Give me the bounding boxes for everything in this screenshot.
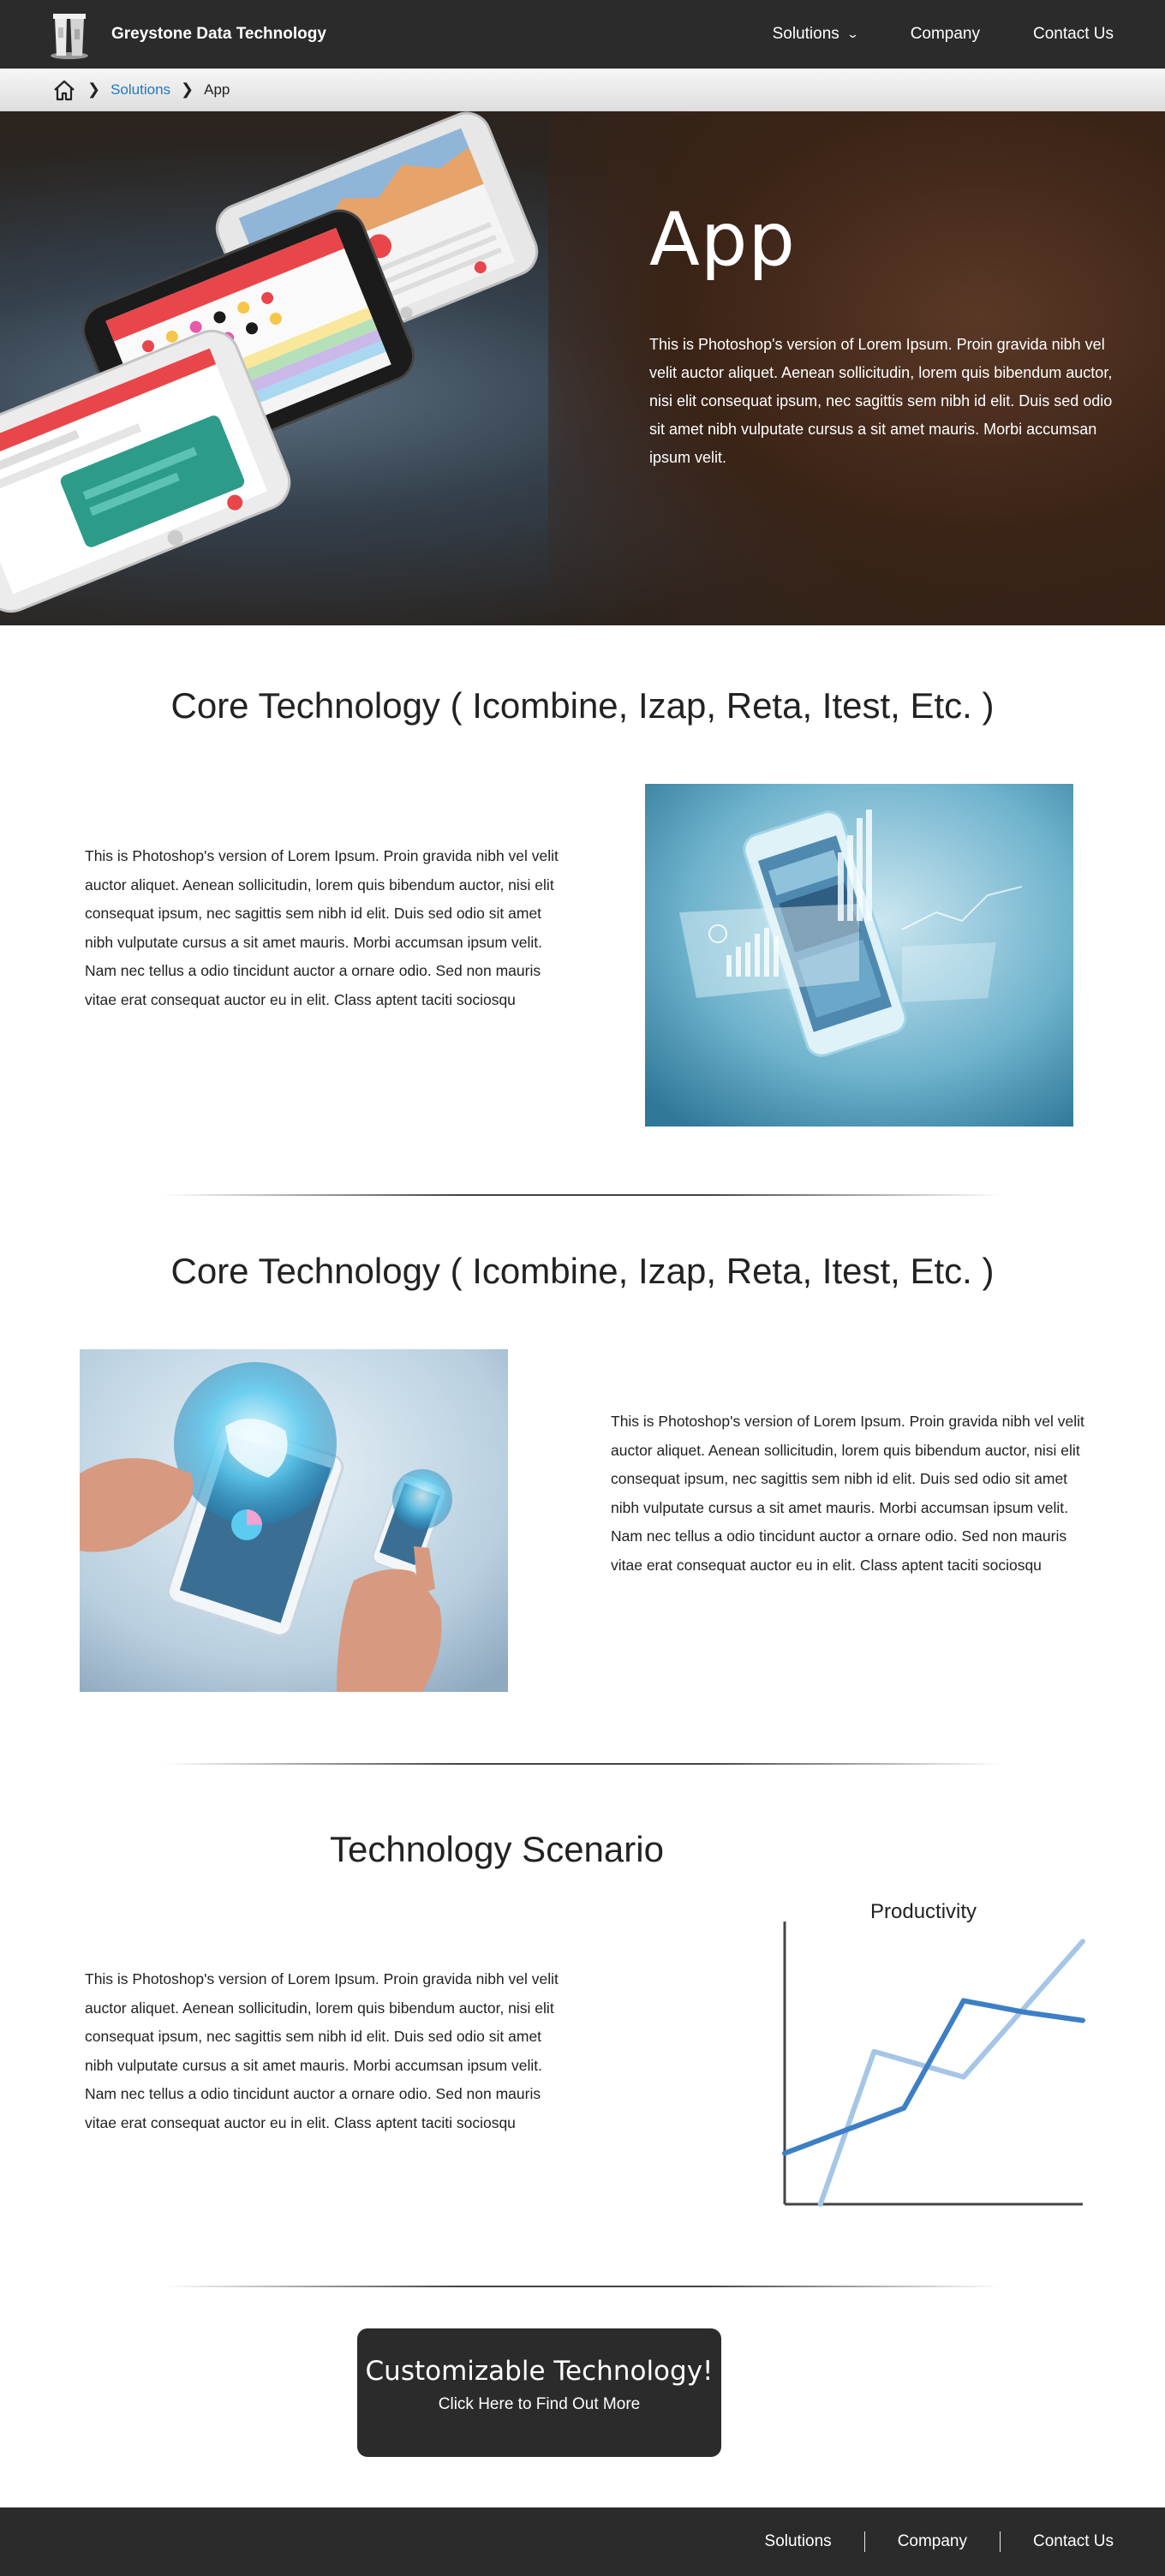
productivity-chart <box>782 1922 1085 2207</box>
section-1-text: This is Photoshop's version of Lorem Ips… <box>85 847 559 1008</box>
section-1-title: Core Technology ( Icombine, Izap, Reta, … <box>170 685 995 726</box>
nav-contact-us[interactable]: Contact Us <box>1033 25 1114 44</box>
hero-description: This is Photoshop's version of Lorem Ips… <box>649 336 1113 466</box>
section-2-title: Core Technology ( Icombine, Izap, Reta, … <box>170 1251 995 1291</box>
nav-solutions-label: Solutions <box>772 25 839 43</box>
footer-divider <box>1000 2531 1001 2552</box>
section-divider <box>163 1194 1002 1196</box>
cta-title: Customizable Technology! <box>365 2356 714 2387</box>
nav-solutions[interactable]: Solutions ⌄ <box>772 25 859 44</box>
chevron-right-icon: ❯ <box>87 81 101 99</box>
breadcrumb-solutions-link[interactable]: Solutions <box>111 81 170 99</box>
main-nav: Solutions ⌄ Company Contact Us <box>720 0 1114 69</box>
phone-analytics-image <box>645 784 1073 1127</box>
footer-divider <box>863 2531 865 2552</box>
logo-icon <box>51 14 88 59</box>
section-3-title: Technology Scenario <box>330 1829 664 1869</box>
brand-name: Greystone Data Technology <box>111 25 326 43</box>
hero-phones-image <box>0 111 539 613</box>
chart-series-line-1 <box>782 1998 1085 2156</box>
brand[interactable]: Greystone Data Technology <box>48 9 326 60</box>
section-2-text: This is Photoshop's version of Lorem Ips… <box>611 1413 1084 1574</box>
breadcrumb: ❯ Solutions ❯ App <box>0 69 1165 111</box>
nav-contact-label: Contact Us <box>1033 25 1114 43</box>
footer-contact-link[interactable]: Contact Us <box>1033 2532 1114 2551</box>
home-icon[interactable] <box>51 77 77 103</box>
find-out-more-button[interactable]: Customizable Technology! Click Here to F… <box>357 2328 721 2457</box>
tablet-globe-image <box>80 1349 508 1692</box>
footer-solutions-link[interactable]: Solutions <box>765 2532 832 2551</box>
chevron-down-icon: ⌄ <box>845 27 859 40</box>
chevron-right-icon: ❯ <box>181 81 194 99</box>
nav-company[interactable]: Company <box>911 25 980 44</box>
top-navbar: Greystone Data Technology Solutions ⌄ Co… <box>0 0 1165 69</box>
breadcrumb-current: App <box>204 81 230 98</box>
chart-series-line-2 <box>817 1939 1085 2207</box>
section-3-text: This is Photoshop's version of Lorem Ips… <box>85 1970 559 2131</box>
hero-title: App <box>649 197 797 283</box>
section-divider <box>163 1763 1002 1765</box>
hero-banner: App This is Photoshop's version of Lorem… <box>0 111 1165 625</box>
footer: Solutions Company Contact Us <box>0 2507 1165 2576</box>
cta-subtitle: Click Here to Find Out More <box>438 2395 641 2413</box>
footer-company-link[interactable]: Company <box>898 2532 967 2551</box>
nav-company-label: Company <box>910 25 981 43</box>
section-divider <box>163 2286 1002 2287</box>
